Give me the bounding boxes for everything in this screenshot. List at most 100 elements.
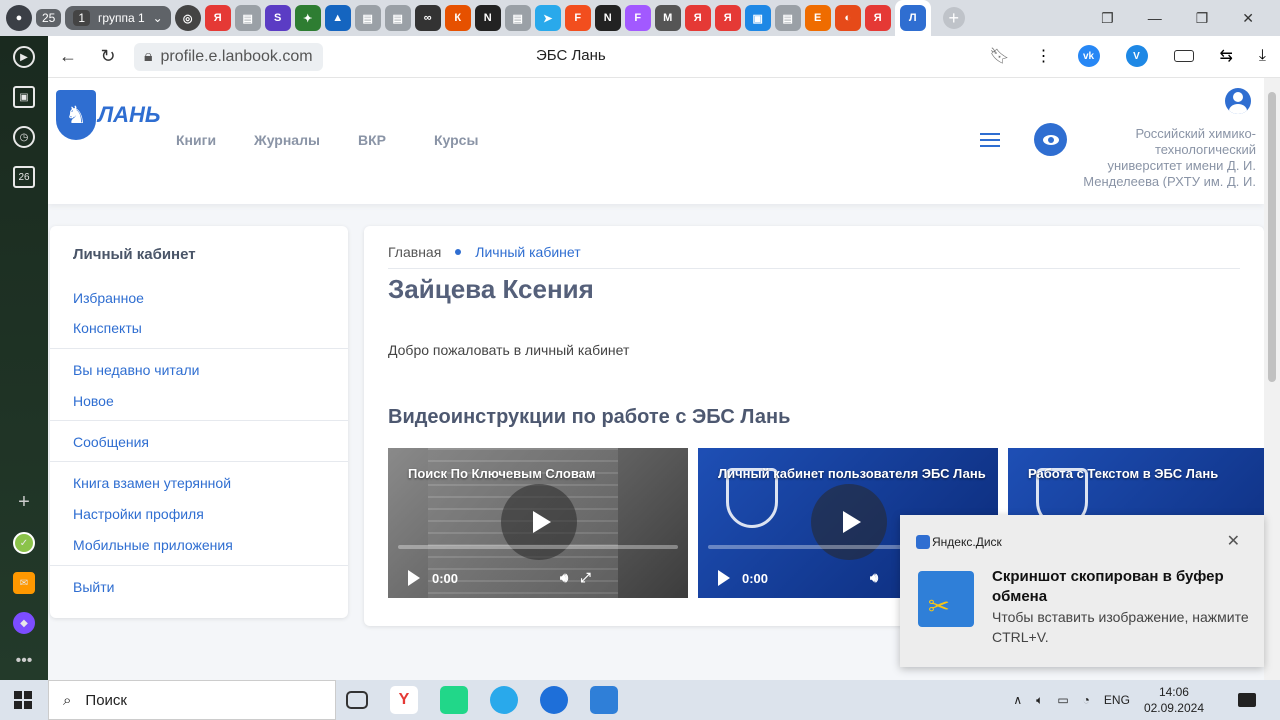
minimize-icon[interactable]: — <box>1148 10 1162 26</box>
chevron-up-icon[interactable]: ∧ <box>1013 693 1022 707</box>
hamburger-menu-icon[interactable] <box>980 133 1000 151</box>
tab-group[interactable]: 1 группа 1 ⌄ <box>65 6 171 30</box>
more-icon[interactable]: ••• <box>16 652 33 670</box>
tab-icon[interactable]: E <box>804 5 831 31</box>
download-icon[interactable]: ⤓ <box>1259 47 1266 65</box>
tab-icon[interactable]: Я <box>864 5 891 31</box>
image-viewer-icon[interactable] <box>590 686 618 714</box>
tab-icon[interactable]: ✦ <box>294 5 321 31</box>
tab-icon[interactable]: M <box>654 5 681 31</box>
language-indicator[interactable]: ENG <box>1104 693 1130 707</box>
breadcrumb-home[interactable]: Главная <box>388 244 441 260</box>
nav-journals[interactable]: Журналы <box>254 132 320 148</box>
tab-icon[interactable]: ➤ <box>534 5 561 31</box>
new-tab-button[interactable]: + <box>942 7 965 29</box>
nav-books[interactable]: Книги <box>176 132 216 148</box>
close-icon[interactable]: ✕ <box>1227 531 1240 551</box>
user-account-icon[interactable] <box>1225 88 1251 114</box>
tabs-icon[interactable]: ❐ <box>1101 10 1114 27</box>
pycharm-icon[interactable] <box>440 686 468 714</box>
onedrive-icon[interactable] <box>540 686 568 714</box>
breadcrumb-current[interactable]: Личный кабинет <box>475 244 580 260</box>
tab-icon[interactable]: ▤ <box>354 5 381 31</box>
back-icon[interactable]: ← <box>48 46 88 67</box>
sidebar-link-notes[interactable]: Конспекты <box>73 320 142 336</box>
sidebar-link-messages[interactable]: Сообщения <box>73 434 149 450</box>
tab-icon[interactable]: ∞ <box>414 5 441 31</box>
tab-icon[interactable]: ▣ <box>744 5 771 31</box>
tab-icon[interactable]: Я <box>684 5 711 31</box>
calendar-badge[interactable]: 26 <box>13 166 35 188</box>
play-icon[interactable]: ▶ <box>13 46 35 68</box>
collections-icon[interactable]: ▣ <box>13 86 35 108</box>
menu-dots-icon[interactable]: ⋮ <box>1036 46 1052 66</box>
battery-icon[interactable] <box>1173 50 1194 62</box>
network-icon[interactable]: ◔ <box>1083 693 1090 707</box>
sidebar-link-lost-book[interactable]: Книга взамен утерянной <box>73 475 231 491</box>
fullscreen-icon[interactable]: ⤢ <box>580 570 590 586</box>
tab-icon[interactable]: Я <box>204 5 231 31</box>
vpn-extension-icon[interactable]: V <box>1125 45 1148 67</box>
accessibility-eye-icon[interactable] <box>1034 123 1067 156</box>
tab-count[interactable]: 25 <box>36 9 62 27</box>
notifications-icon[interactable] <box>1238 693 1256 707</box>
play-icon[interactable] <box>408 570 420 586</box>
sidebar-link-recent[interactable]: Вы недавно читали <box>73 362 199 378</box>
lanbook-logo[interactable]: ♞ ЛАНЬ <box>56 90 160 140</box>
video-progress[interactable] <box>398 545 678 549</box>
page-scrollbar[interactable] <box>1264 78 1280 680</box>
tab-active-lanbook[interactable]: Л <box>894 0 931 36</box>
sidebar-link-profile-settings[interactable]: Настройки профиля <box>73 506 204 522</box>
taskbar-search[interactable]: ⌕ Поиск <box>48 680 336 720</box>
volume-icon[interactable]: 🔊︎ <box>560 570 568 586</box>
tab-icon[interactable]: ▤ <box>234 5 261 31</box>
history-icon[interactable]: ◷ <box>13 126 35 148</box>
url-field[interactable]: 🔒︎ profile.e.lanbook.com <box>134 42 323 71</box>
welcome-text: Добро пожаловать в личный кабинет <box>388 342 630 358</box>
vk-extension-icon[interactable]: vk <box>1077 45 1100 67</box>
play-icon[interactable] <box>718 570 730 586</box>
add-icon[interactable]: + <box>18 491 30 514</box>
tab-icon[interactable]: К <box>444 5 471 31</box>
battery-icon[interactable]: ▭ <box>1057 693 1068 707</box>
taskbar-clock[interactable]: 14:06 02.09.2024 <box>1144 684 1204 716</box>
nav-courses[interactable]: Курсы <box>434 132 478 148</box>
tab-icon[interactable]: N <box>594 5 621 31</box>
sidebar-link-new[interactable]: Новое <box>73 393 114 409</box>
clock-time: 14:06 <box>1158 685 1189 699</box>
tab-icon[interactable]: ◎ <box>174 5 201 31</box>
reload-icon[interactable]: ↻ <box>88 46 128 67</box>
close-icon[interactable]: ✕ <box>1242 10 1254 27</box>
task-view-icon[interactable] <box>346 691 368 709</box>
tab-icon[interactable]: ▲ <box>324 5 351 31</box>
restore-icon[interactable]: ❐ <box>1196 10 1209 27</box>
sidebar-link-logout[interactable]: Выйти <box>73 579 114 595</box>
mute-icon[interactable]: 🔈︎ <box>1036 693 1043 708</box>
tab-icon[interactable]: ▤ <box>384 5 411 31</box>
tab-icon[interactable]: F <box>564 5 591 31</box>
alice-icon[interactable]: ◆ <box>13 612 35 634</box>
check-icon[interactable]: ✓ <box>13 532 35 554</box>
windows-start-icon[interactable] <box>14 691 32 709</box>
translate-icon[interactable]: ⇆ <box>1220 46 1233 66</box>
tab-icon[interactable]: ▤ <box>504 5 531 31</box>
bookmark-icon[interactable]: 🔖︎ <box>989 46 1009 66</box>
volume-icon[interactable]: 🔊︎ <box>870 570 878 586</box>
video-player[interactable]: Поиск По Ключевым Словам 0:00 🔊︎ ⤢ <box>388 448 688 598</box>
tab-icon[interactable]: ◐ <box>834 5 861 31</box>
tab-icon[interactable]: F <box>624 5 651 31</box>
notification-toast[interactable]: Яндекс.Диск ✕ Скриншот скопирован в буфе… <box>900 515 1264 667</box>
nav-vkr[interactable]: ВКР <box>358 132 386 148</box>
sidebar-link-favorites[interactable]: Избранное <box>73 290 144 306</box>
telegram-icon[interactable] <box>490 686 518 714</box>
profile-icon[interactable]: ● <box>6 5 32 31</box>
yandex-browser-icon[interactable]: Y <box>390 686 418 714</box>
tab-icon[interactable]: Я <box>714 5 741 31</box>
video-time: 0:00 <box>742 570 769 586</box>
tab-icon[interactable]: N <box>474 5 501 31</box>
mail-icon[interactable]: ✉ <box>13 572 35 594</box>
scrollbar-thumb[interactable] <box>1268 92 1276 382</box>
sidebar-link-mobile-apps[interactable]: Мобильные приложения <box>73 537 233 553</box>
tab-icon[interactable]: ▤ <box>774 5 801 31</box>
tab-icon[interactable]: S <box>264 5 291 31</box>
